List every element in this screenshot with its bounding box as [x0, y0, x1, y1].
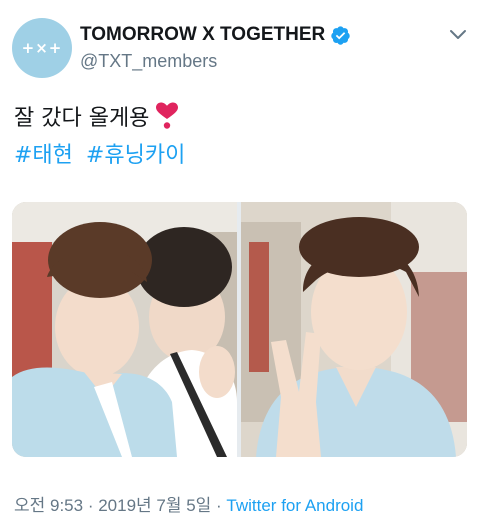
tweet-text: 잘 갔다 올게용 [14, 100, 179, 132]
separator: · [83, 496, 99, 515]
hashtag-taehyun[interactable]: #태현 [14, 143, 73, 168]
account-handle[interactable]: @TXT_members [80, 51, 217, 72]
separator: · [211, 496, 227, 515]
tweet-time: 오전 9:53 [14, 496, 84, 515]
tweet-date: 2019년 7월 5일 [98, 496, 212, 515]
tweet-metadata: 오전 9:53 · 2019년 7월 5일 · Twitter for Andr… [14, 491, 363, 516]
heavy-heart-exclamation-icon [156, 102, 179, 129]
verified-badge-icon [331, 25, 350, 45]
chevron-down-icon[interactable] [449, 29, 467, 41]
hashtag-line: #태현 #휴닝카이 [14, 137, 191, 169]
hashtag-hueningkai[interactable]: #휴닝카이 [86, 143, 185, 168]
avatar[interactable]: +×+ [12, 18, 72, 78]
photo-right[interactable] [241, 202, 467, 457]
display-name[interactable]: TOMORROW X TOGETHER [80, 24, 325, 46]
account-name-row: TOMORROW X TOGETHER [80, 24, 351, 46]
client-link[interactable]: Twitter for Android [226, 496, 363, 515]
tweet-text-body: 잘 갔다 올게용 [14, 106, 150, 131]
photo-left[interactable] [12, 202, 237, 457]
avatar-logo-text: +×+ [21, 39, 63, 57]
media-grid [12, 202, 467, 457]
